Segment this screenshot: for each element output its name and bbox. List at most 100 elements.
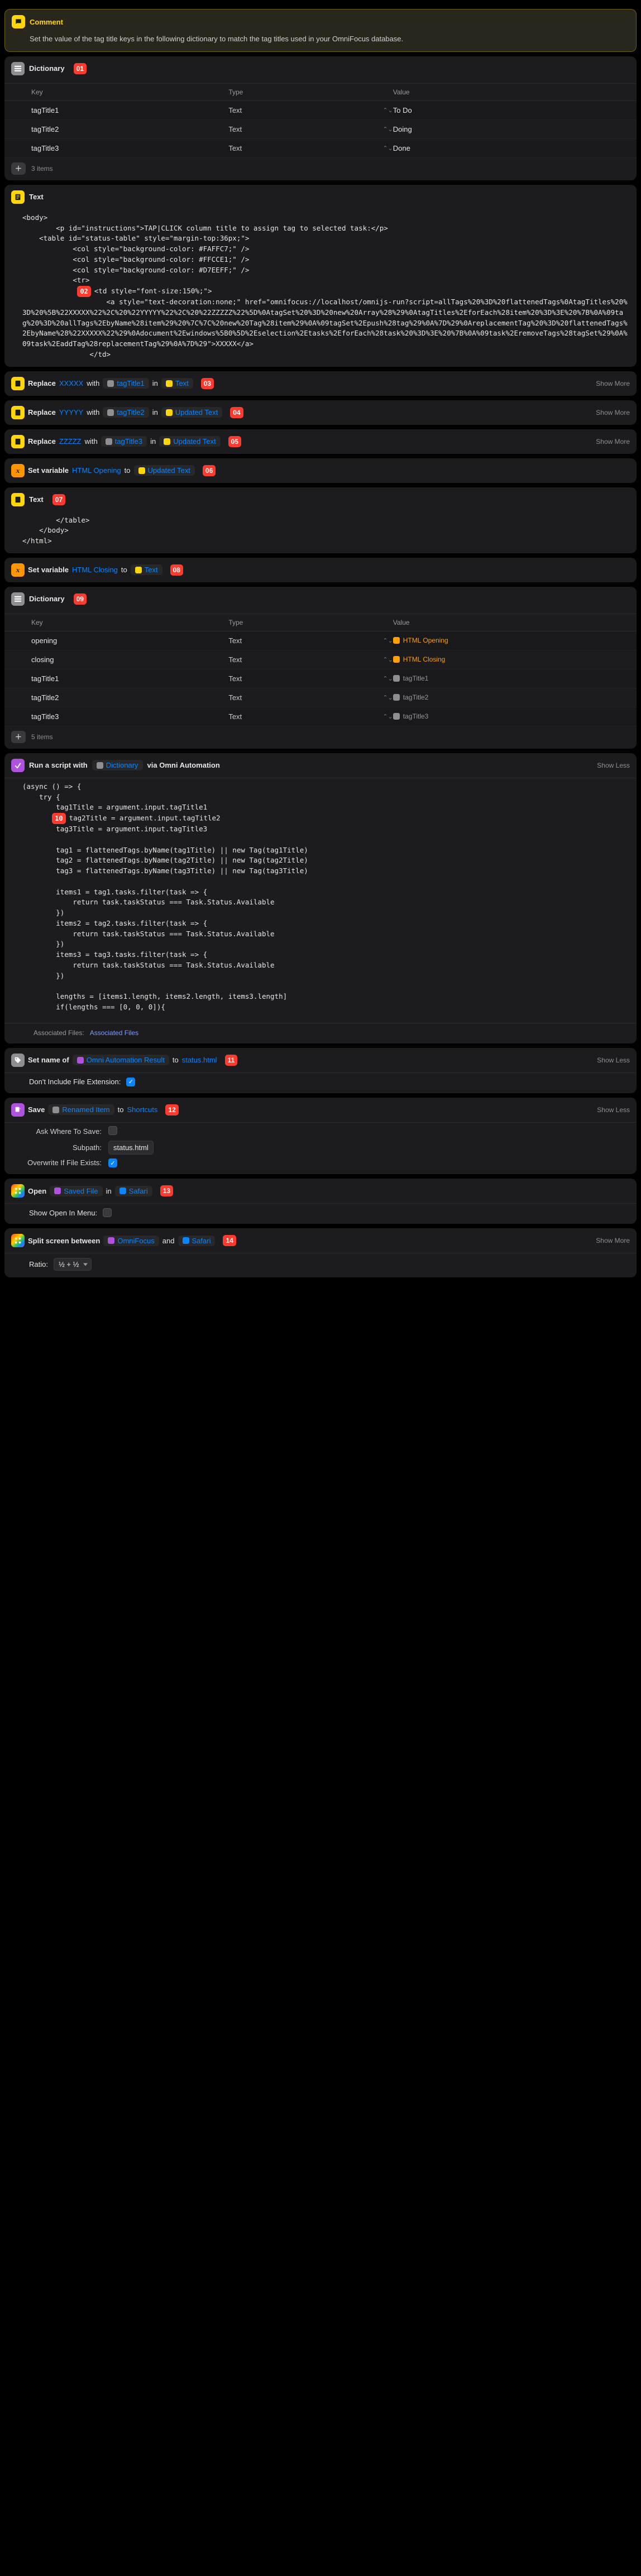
dictionary-title: Dictionary xyxy=(29,595,65,603)
table-row[interactable]: opening Text⌃⌄ HTML Opening xyxy=(4,631,637,650)
table-row[interactable]: closing Text⌃⌄ HTML Closing xyxy=(4,650,637,669)
variable-name[interactable]: HTML Opening xyxy=(72,466,121,475)
script-input-token[interactable]: Dictionary xyxy=(92,760,143,770)
add-row-button[interactable]: ＋ xyxy=(11,731,26,743)
table-row[interactable]: tagTitle1 Text⌃⌄ To Do xyxy=(4,101,637,120)
cell-value[interactable]: HTML Closing xyxy=(393,655,623,663)
table-row[interactable]: tagTitle3 Text⌃⌄ Done xyxy=(4,139,637,158)
show-more-button[interactable]: Show More xyxy=(596,380,630,387)
show-more-button[interactable]: Show More xyxy=(596,409,630,416)
step-badge: 10 xyxy=(52,813,65,824)
cell-value[interactable]: Done xyxy=(393,144,623,152)
text-pill-icon xyxy=(166,380,173,387)
app-token[interactable]: Safari xyxy=(115,1186,152,1196)
show-less-button[interactable]: Show Less xyxy=(597,762,630,769)
ratio-select[interactable]: ½ + ½ xyxy=(54,1258,92,1271)
grid-icon xyxy=(11,1234,25,1247)
cell-type[interactable]: Text⌃⌄ xyxy=(228,106,393,114)
replacement-token[interactable]: tagTitle2 xyxy=(103,407,149,418)
input-token[interactable]: Renamed Item xyxy=(48,1104,114,1115)
word-to: to xyxy=(118,1105,124,1114)
step-badge: 03 xyxy=(201,378,214,389)
action-label: Set variable xyxy=(28,566,69,574)
cell-key[interactable]: tagTitle1 xyxy=(31,106,228,114)
source-token[interactable]: Updated Text xyxy=(159,436,220,447)
cell-value[interactable]: Doing xyxy=(393,125,623,133)
replace-block: Replace ZZZZZ with tagTitle3 in Updated … xyxy=(4,429,637,454)
word-in: in xyxy=(152,379,158,387)
step-badge: 07 xyxy=(52,494,65,505)
input-token[interactable]: Omni Automation Result xyxy=(73,1055,169,1065)
grid-icon xyxy=(11,1184,25,1198)
step-badge: 11 xyxy=(225,1055,238,1066)
action-label: Split screen between xyxy=(28,1237,100,1245)
chevron-updown-icon: ⌃⌄ xyxy=(382,675,393,682)
cell-value[interactable]: tagTitle1 xyxy=(393,674,623,682)
cell-key[interactable]: tagTitle2 xyxy=(31,693,228,702)
overwrite-checkbox[interactable]: ✓ xyxy=(108,1158,117,1167)
cell-key[interactable]: tagTitle1 xyxy=(31,674,228,683)
text-title: Text xyxy=(29,193,44,201)
find-text[interactable]: XXXXX xyxy=(59,379,83,387)
ext-checkbox[interactable]: ✓ xyxy=(126,1078,135,1086)
safari-pill-icon xyxy=(119,1188,126,1194)
cell-type[interactable]: Text⌃⌄ xyxy=(228,693,393,702)
show-less-button[interactable]: Show Less xyxy=(597,1106,630,1114)
action-replace-label: Replace xyxy=(28,437,56,446)
cell-type[interactable]: Text⌃⌄ xyxy=(228,125,393,133)
cell-value[interactable]: To Do xyxy=(393,106,623,114)
set-name-block: Set name of Omni Automation Result to st… xyxy=(4,1048,637,1093)
cell-type[interactable]: Text⌃⌄ xyxy=(228,712,393,721)
menu-checkbox[interactable] xyxy=(103,1208,112,1217)
cell-value[interactable]: HTML Opening xyxy=(393,636,623,644)
step-badge: 02 xyxy=(77,286,90,297)
cell-key[interactable]: opening xyxy=(31,636,228,645)
cell-type[interactable]: Text⌃⌄ xyxy=(228,655,393,664)
replacement-token[interactable]: tagTitle3 xyxy=(101,436,147,447)
replace-block: Replace XXXXX with tagTitle1 in Text 03 … xyxy=(4,371,637,396)
source-token[interactable]: Updated Text xyxy=(161,407,222,418)
show-less-button[interactable]: Show Less xyxy=(597,1056,630,1064)
text-body[interactable]: </table> </body> </html> xyxy=(4,512,637,553)
cell-value[interactable]: tagTitle2 xyxy=(393,693,623,701)
text-block-2: Text 07 </table> </body> </html> xyxy=(4,487,637,553)
variable-name[interactable]: HTML Closing xyxy=(72,566,118,574)
cell-key[interactable]: tagTitle3 xyxy=(31,144,228,152)
chevron-updown-icon: ⌃⌄ xyxy=(382,656,393,663)
app2-token[interactable]: Safari xyxy=(178,1236,216,1246)
associated-files-value[interactable]: Associated Files xyxy=(90,1029,138,1037)
action-label: Save xyxy=(28,1105,45,1114)
add-row-button[interactable]: ＋ xyxy=(11,162,26,175)
set-variable-block-2: x Set variable HTML Closing to Text 08 xyxy=(4,558,637,582)
table-row[interactable]: tagTitle1 Text⌃⌄ tagTitle1 xyxy=(4,669,637,688)
name-value[interactable]: status.html xyxy=(182,1056,217,1064)
cell-value[interactable]: tagTitle3 xyxy=(393,712,623,720)
subpath-input[interactable]: status.html xyxy=(108,1141,154,1155)
find-text[interactable]: YYYYY xyxy=(59,408,83,416)
cell-key[interactable]: tagTitle2 xyxy=(31,125,228,133)
text-body[interactable]: <body> <p id="instructions">TAP|CLICK co… xyxy=(4,209,637,367)
table-row[interactable]: tagTitle2 Text⌃⌄ Doing xyxy=(4,120,637,139)
cell-key[interactable]: closing xyxy=(31,655,228,664)
show-more-button[interactable]: Show More xyxy=(596,1237,630,1244)
source-token[interactable]: Text xyxy=(131,564,162,575)
cell-type[interactable]: Text⌃⌄ xyxy=(228,144,393,152)
table-row[interactable]: tagTitle2 Text⌃⌄ tagTitle2 xyxy=(4,688,637,707)
script-body[interactable]: (async () => { try { tag1Title = argumen… xyxy=(4,778,637,1019)
destination[interactable]: Shortcuts xyxy=(127,1105,157,1114)
comment-block: Comment Set the value of the tag title k… xyxy=(4,9,637,52)
source-token[interactable]: Updated Text xyxy=(134,465,195,476)
replacement-token[interactable]: tagTitle1 xyxy=(103,378,149,389)
find-text[interactable]: ZZZZZ xyxy=(59,437,82,446)
var-pill-icon xyxy=(393,713,400,720)
app1-token[interactable]: OmniFocus xyxy=(103,1236,159,1246)
show-more-button[interactable]: Show More xyxy=(596,438,630,446)
omnifocus-pill-icon xyxy=(108,1237,114,1244)
ask-checkbox[interactable] xyxy=(108,1126,117,1135)
cell-key[interactable]: tagTitle3 xyxy=(31,712,228,721)
input-token[interactable]: Saved File xyxy=(50,1186,102,1196)
table-row[interactable]: tagTitle3 Text⌃⌄ tagTitle3 xyxy=(4,707,637,726)
cell-type[interactable]: Text⌃⌄ xyxy=(228,674,393,683)
source-token[interactable]: Text xyxy=(161,378,193,389)
cell-type[interactable]: Text⌃⌄ xyxy=(228,636,393,645)
